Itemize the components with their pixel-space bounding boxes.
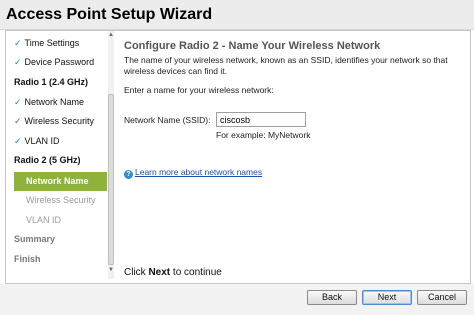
learn-more-label: Learn more about network names: [135, 167, 263, 177]
sidebar-item-label: VLAN ID: [24, 136, 60, 146]
sidebar-item-label: Time Settings: [24, 38, 80, 48]
sidebar-item-time-settings[interactable]: ✓ Time Settings: [14, 34, 108, 53]
ssid-input[interactable]: [216, 112, 306, 127]
help-icon: ?: [124, 170, 133, 179]
wizard-content: Configure Radio 2 - Name Your Wireless N…: [122, 31, 467, 279]
page-title: Configure Radio 2 - Name Your Wireless N…: [124, 40, 381, 52]
sidebar-item-finish: Finish: [14, 250, 108, 269]
continue-instruction: Click Next to continue: [124, 267, 222, 278]
scroll-up-icon[interactable]: ▲: [108, 32, 114, 39]
sidebar-item-radio1-wireless-security[interactable]: ✓ Wireless Security: [14, 112, 108, 131]
sidebar-item-label: Wireless Security: [26, 195, 96, 205]
sidebar-item-summary: Summary: [14, 230, 108, 249]
continue-prefix: Click: [124, 267, 146, 278]
title-bar: Access Point Setup Wizard: [0, 0, 474, 30]
sidebar-item-radio2-network-name[interactable]: Network Name: [14, 172, 107, 191]
sidebar-item-label: Network Name: [24, 97, 85, 107]
scroll-down-icon[interactable]: ▼: [108, 267, 114, 274]
continue-suffix: to continue: [172, 267, 222, 278]
sidebar-item-radio2-vlan-id: VLAN ID: [14, 211, 108, 230]
setup-wizard-window: Access Point Setup Wizard ✓ Time Settings…: [0, 0, 474, 315]
check-icon: ✓: [14, 38, 22, 48]
check-icon: ✓: [14, 116, 22, 126]
page-description: The name of your wireless network, known…: [124, 55, 448, 76]
sidebar-section-radio-1: Radio 1 (2.4 GHz): [14, 73, 108, 92]
sidebar-item-radio2-wireless-security: Wireless Security: [14, 191, 108, 210]
ssid-example-hint: For example: MyNetwork: [216, 130, 311, 140]
sidebar-scrollbar-thumb[interactable]: [108, 94, 114, 265]
sidebar-item-label: VLAN ID: [26, 215, 62, 225]
check-icon: ✓: [14, 136, 22, 146]
ssid-prompt: Enter a name for your wireless network:: [124, 85, 274, 95]
window-title: Access Point Setup Wizard: [6, 6, 213, 23]
ssid-label: Network Name (SSID):: [124, 115, 211, 125]
sidebar-item-radio1-network-name[interactable]: ✓ Network Name: [14, 93, 108, 112]
sidebar-item-device-password[interactable]: ✓ Device Password: [14, 53, 108, 72]
check-icon: ✓: [14, 97, 22, 107]
sidebar-section-radio-2: Radio 2 (5 GHz): [14, 151, 108, 170]
sidebar-item-label: Summary: [14, 234, 56, 244]
back-button[interactable]: Back: [307, 290, 357, 305]
sidebar-item-label: Finish: [14, 254, 41, 264]
sidebar-item-label: Device Password: [24, 57, 95, 67]
cancel-button[interactable]: Cancel: [417, 290, 467, 305]
sidebar-item-label: Wireless Security: [24, 116, 95, 126]
check-icon: ✓: [14, 57, 22, 67]
next-button[interactable]: Next: [362, 290, 412, 305]
continue-next-word: Next: [148, 267, 171, 278]
wizard-footer: Back Next Cancel: [0, 284, 474, 315]
sidebar-section-label: Radio 1 (2.4 GHz): [14, 77, 89, 87]
wizard-frame: ✓ Time Settings ✓ Device Password Radio 1 …: [5, 30, 471, 284]
sidebar-item-label: Network Name: [26, 176, 89, 186]
learn-more-link[interactable]: ? Learn more about network names: [124, 167, 262, 179]
sidebar-item-radio1-vlan-id[interactable]: ✓ VLAN ID: [14, 132, 108, 151]
wizard-steps-sidebar: ✓ Time Settings ✓ Device Password Radio 1 …: [6, 31, 114, 279]
sidebar-section-label: Radio 2 (5 GHz): [14, 155, 81, 165]
